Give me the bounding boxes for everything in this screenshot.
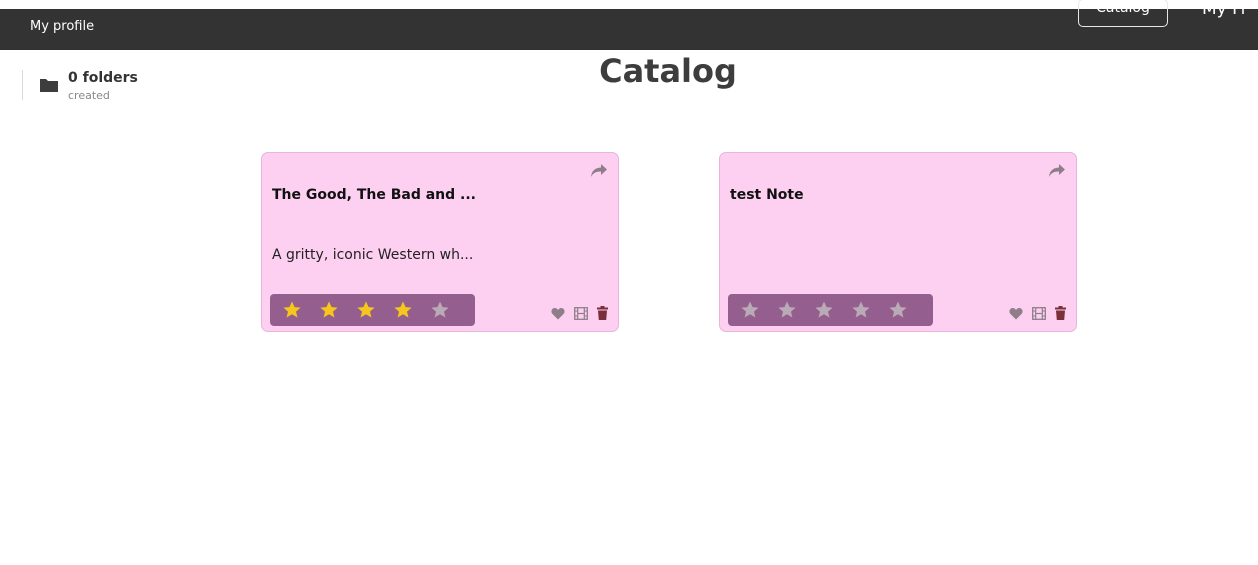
- page-title: Catalog: [599, 52, 737, 90]
- card-actions: [1009, 306, 1066, 320]
- heart-icon[interactable]: [551, 307, 565, 320]
- card-description: A gritty, iconic Western wh...: [272, 247, 474, 263]
- star-icon[interactable]: [319, 300, 339, 320]
- nav-catalog-label: Catalog: [1096, 0, 1150, 16]
- folders-created-label: created: [68, 89, 110, 102]
- share-arrow-icon[interactable]: [1048, 163, 1066, 179]
- top-nav-bar: My profile Catalog My Fi: [0, 0, 1258, 50]
- catalog-card[interactable]: The Good, The Bad and ... A gritty, icon…: [261, 152, 619, 332]
- heart-icon[interactable]: [1009, 307, 1023, 320]
- trash-icon[interactable]: [597, 306, 608, 320]
- nav-my-files-link[interactable]: My Fi: [1202, 0, 1258, 19]
- card-title: The Good, The Bad and ...: [272, 187, 476, 203]
- star-icon[interactable]: [430, 300, 450, 320]
- star-icon[interactable]: [393, 300, 413, 320]
- card-actions: [551, 306, 608, 320]
- nav-catalog-button[interactable]: Catalog: [1078, 0, 1168, 27]
- catalog-card[interactable]: test Note: [719, 152, 1077, 332]
- share-arrow-icon[interactable]: [590, 163, 608, 179]
- star-icon[interactable]: [851, 300, 871, 320]
- star-rating[interactable]: [728, 294, 933, 326]
- my-profile-link[interactable]: My profile: [30, 19, 94, 34]
- star-icon[interactable]: [282, 300, 302, 320]
- star-icon[interactable]: [777, 300, 797, 320]
- star-icon[interactable]: [356, 300, 376, 320]
- star-icon[interactable]: [888, 300, 908, 320]
- star-icon[interactable]: [740, 300, 760, 320]
- star-icon[interactable]: [814, 300, 834, 320]
- trash-icon[interactable]: [1055, 306, 1066, 320]
- card-title: test Note: [730, 187, 804, 203]
- film-icon[interactable]: [1032, 306, 1046, 320]
- star-rating[interactable]: [270, 294, 475, 326]
- film-icon[interactable]: [574, 306, 588, 320]
